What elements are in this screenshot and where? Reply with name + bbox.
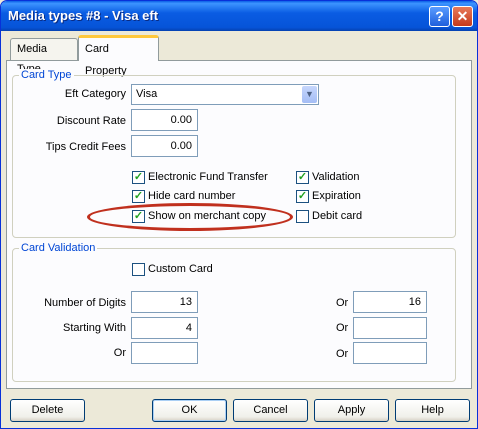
expiration-label: Expiration: [312, 190, 361, 202]
tab-media-type[interactable]: Media Type: [10, 38, 78, 75]
discount-rate-input[interactable]: 0.00: [131, 109, 198, 131]
apply-button[interactable]: Apply: [314, 399, 389, 422]
starting-with-input[interactable]: 4: [131, 317, 198, 339]
electronic-fund-transfer-label: Electronic Fund Transfer: [148, 171, 268, 183]
or-digits-input[interactable]: 16: [353, 291, 427, 313]
eft-category-label: Eft Category: [64, 88, 126, 100]
hide-card-number-checkbox[interactable]: ✓: [132, 190, 145, 203]
or-right-input[interactable]: [353, 342, 427, 364]
or-label-left: Or: [113, 347, 126, 359]
expiration-checkbox[interactable]: ✓: [296, 190, 309, 203]
hide-card-number-label: Hide card number: [148, 190, 236, 202]
help-title-button[interactable]: ?: [429, 6, 450, 27]
eft-category-select[interactable]: Visa ▼: [131, 84, 319, 105]
ok-button[interactable]: OK: [152, 399, 227, 422]
starting-with-label: Starting With: [63, 322, 126, 334]
debit-card-checkbox[interactable]: [296, 210, 309, 223]
custom-card-checkbox[interactable]: [132, 263, 145, 276]
electronic-fund-transfer-checkbox[interactable]: ✓: [132, 171, 145, 184]
eft-category-value: Visa: [136, 88, 158, 100]
help-button[interactable]: Help: [395, 399, 470, 422]
close-title-button[interactable]: ✕: [452, 6, 473, 27]
debit-card-label: Debit card: [312, 210, 363, 222]
custom-card-label: Custom Card: [148, 263, 213, 275]
or-left-input[interactable]: [131, 342, 198, 364]
number-of-digits-label: Number of Digits: [44, 297, 126, 309]
card-type-legend: Card Type: [19, 69, 74, 81]
chevron-down-icon[interactable]: ▼: [302, 86, 317, 103]
delete-button[interactable]: Delete: [10, 399, 85, 422]
cancel-button[interactable]: Cancel: [233, 399, 308, 422]
tab-card-property[interactable]: Card Property: [78, 35, 159, 77]
number-of-digits-input[interactable]: 13: [131, 291, 198, 313]
or-label-right: Or: [336, 348, 349, 360]
validation-checkbox[interactable]: ✓: [296, 171, 309, 184]
or-label-digits: Or: [336, 297, 349, 309]
validation-label: Validation: [312, 171, 360, 183]
tips-credit-fees-label: Tips Credit Fees: [45, 141, 126, 153]
window-title: Media types #8 - Visa eft: [8, 8, 159, 23]
dialog-window: Media types #8 - Visa eft ? ✕ Media Type…: [0, 0, 478, 429]
title-bar[interactable]: Media types #8 - Visa eft ? ✕: [1, 1, 477, 31]
discount-rate-label: Discount Rate: [56, 115, 126, 127]
annotation-ellipse: [87, 203, 293, 231]
or-starting-input[interactable]: [353, 317, 427, 339]
or-label-starting: Or: [336, 322, 349, 334]
tips-credit-fees-input[interactable]: 0.00: [131, 135, 198, 157]
card-validation-legend: Card Validation: [19, 242, 98, 254]
